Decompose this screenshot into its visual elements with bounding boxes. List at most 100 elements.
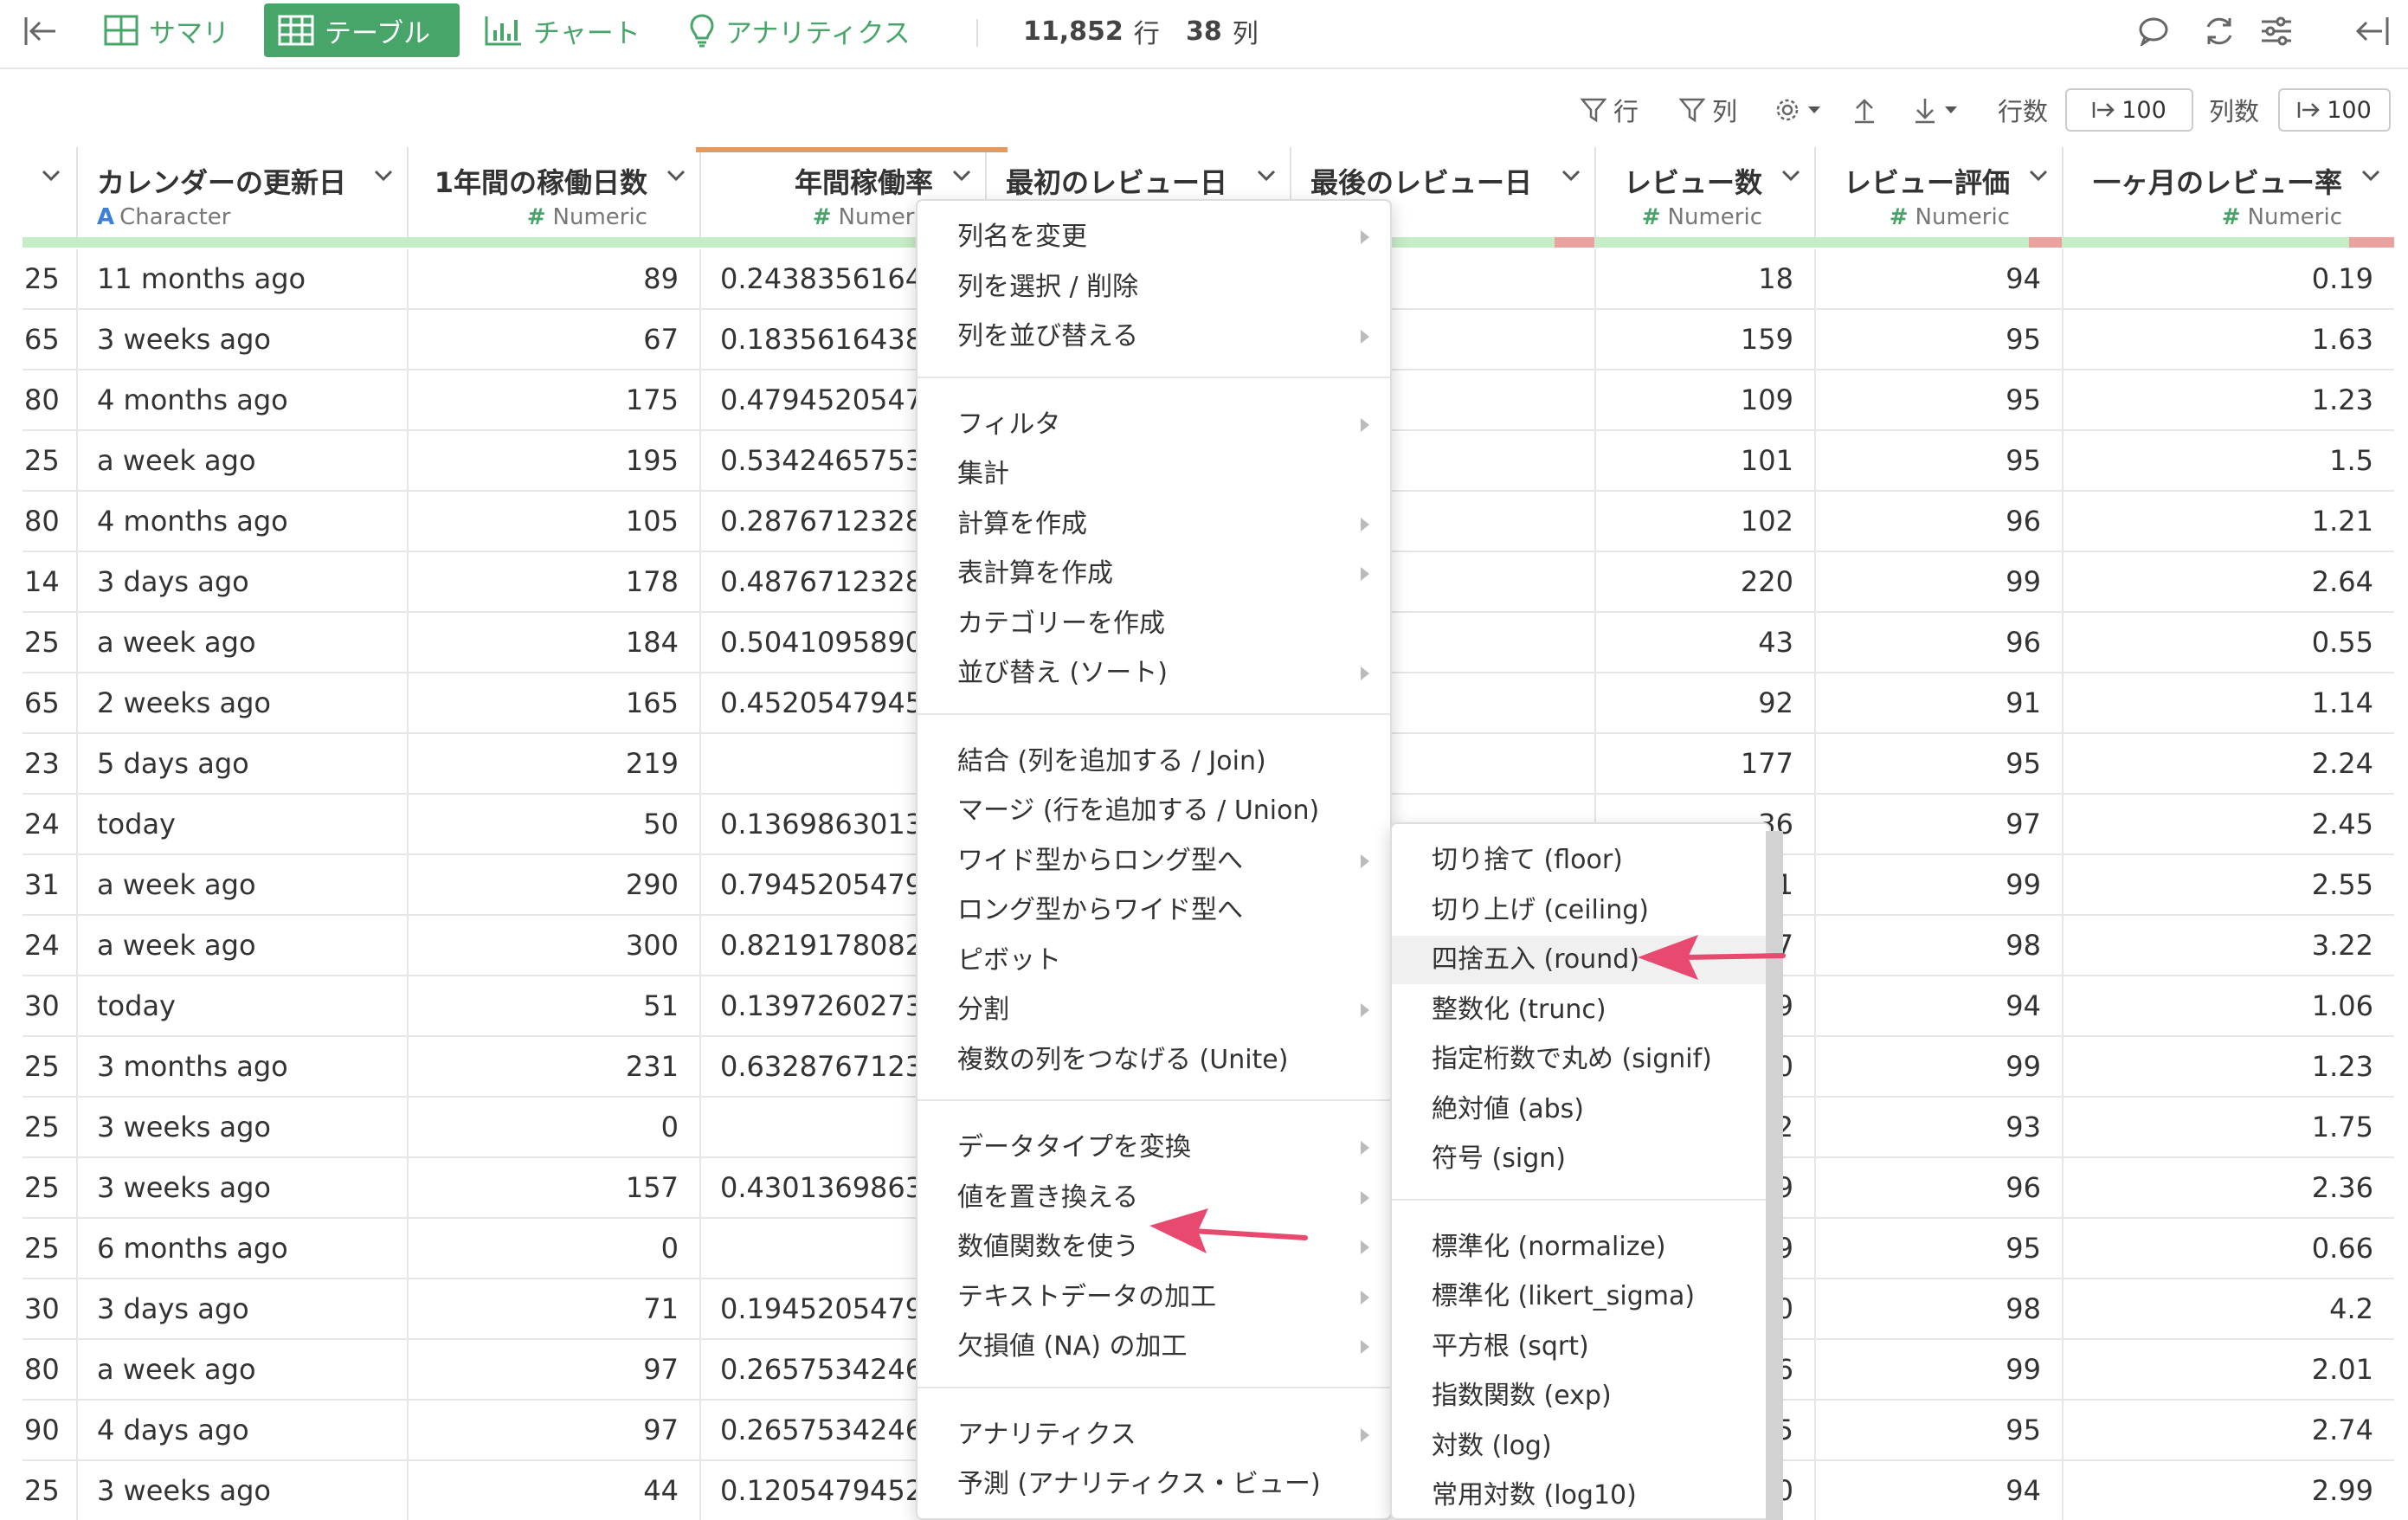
submenu-arrow-icon	[1361, 1340, 1369, 1354]
menu-item-label: ロング型からワイド型へ	[957, 895, 1243, 925]
collapse-left-icon[interactable]	[21, 12, 59, 50]
table-cell: 1.23	[2062, 1037, 2394, 1096]
tab-table[interactable]: テーブル	[264, 3, 460, 57]
chevron-down-icon[interactable]	[1253, 163, 1279, 189]
refresh-icon[interactable]	[2200, 12, 2238, 50]
table-cell: 0	[407, 1098, 699, 1156]
row-limit-input[interactable]: 100	[2065, 88, 2193, 132]
submenu-item[interactable]: 常用対数 (log10)	[1392, 1472, 1769, 1520]
submenu-arrow-icon	[1361, 230, 1369, 244]
menu-item[interactable]: 表計算を作成	[917, 550, 1390, 598]
tab-chart[interactable]: チャート	[471, 3, 654, 57]
chevron-down-icon[interactable]	[663, 163, 689, 189]
submenu-item[interactable]: 指定桁数で丸め (signif)	[1392, 1035, 1769, 1084]
table-cell: a week ago	[76, 1340, 407, 1399]
tab-chart-label: チャート	[533, 17, 641, 49]
chevron-down-icon[interactable]	[1778, 163, 1804, 189]
index-column-header[interactable]	[23, 147, 76, 237]
tab-analytics-label: アナリティクス	[725, 17, 911, 49]
submenu-item[interactable]: 切り捨て (floor)	[1392, 836, 1769, 885]
table-cell: 165	[407, 673, 699, 732]
menu-item[interactable]: 複数の列をつなげる (Unite)	[917, 1036, 1390, 1085]
menu-item[interactable]: 結合 (列を追加する / Join)	[917, 737, 1390, 786]
menu-item[interactable]: 集計	[917, 450, 1390, 499]
menu-item[interactable]: 列を並び替える	[917, 312, 1390, 361]
submenu-item[interactable]: 標準化 (normalize)	[1392, 1223, 1769, 1272]
column-header[interactable]: 一ヶ月のレビュー率 # Numeric	[2062, 147, 2394, 237]
column-quality-bar	[1594, 237, 1814, 248]
submenu-item[interactable]: 絶対値 (abs)	[1392, 1085, 1769, 1134]
chevron-down-icon[interactable]	[2358, 163, 2384, 189]
submenu-item[interactable]: 平方根 (sqrt)	[1392, 1323, 1769, 1371]
table-cell: 99	[1814, 1037, 2062, 1096]
table-cell: 195	[407, 431, 699, 490]
download-button[interactable]	[1913, 87, 1958, 133]
table-cell: 1.06	[2062, 976, 2394, 1035]
column-header[interactable]: レビュー評価 # Numeric	[1814, 147, 2062, 237]
collapse-right-icon[interactable]	[2354, 12, 2392, 50]
menu-item[interactable]: ピボット	[917, 937, 1390, 985]
comment-icon[interactable]	[2134, 12, 2173, 50]
menu-item[interactable]: フィルタ	[917, 401, 1390, 449]
table-cell: 1.5	[2062, 431, 2394, 490]
submenu-item[interactable]: 対数 (log)	[1392, 1422, 1769, 1471]
table-cell: 177	[1594, 734, 1814, 793]
table-cell: 1.23	[2062, 370, 2394, 429]
table-cell: 93	[1814, 1098, 2062, 1156]
caret-down-icon	[1945, 106, 1957, 113]
filter-row-button[interactable]: 行	[1581, 87, 1639, 133]
column-header[interactable]: レビュー数 # Numeric	[1594, 147, 1814, 237]
menu-item[interactable]: カテゴリーを作成	[917, 600, 1390, 648]
menu-item[interactable]: 分割	[917, 986, 1390, 1034]
menu-item[interactable]: 並び替え (ソート)	[917, 649, 1390, 698]
table-cell: 157	[407, 1158, 699, 1217]
menu-item[interactable]: ワイド型からロング型へ	[917, 837, 1390, 886]
menu-item[interactable]: ロング型からワイド型へ	[917, 886, 1390, 935]
filter-column-button[interactable]: 列	[1679, 87, 1737, 133]
submenu-item[interactable]: 標準化 (likert_sigma)	[1392, 1272, 1769, 1321]
chevron-down-icon[interactable]	[370, 163, 396, 189]
settings-sliders-icon[interactable]	[2257, 12, 2295, 50]
row-index-cell: 30	[24, 989, 60, 1022]
column-type-icon: #	[1641, 204, 1661, 230]
table-cell: 1.21	[2062, 492, 2394, 551]
menu-item[interactable]: データタイプを変換	[917, 1124, 1390, 1172]
table-settings-button[interactable]	[1774, 87, 1821, 133]
column-header[interactable]: カレンダーの更新日 A Character	[76, 147, 407, 237]
topbar-divider	[976, 19, 978, 47]
table-cell: 4 days ago	[76, 1401, 407, 1459]
column-type-label: Character	[119, 204, 231, 230]
menu-item[interactable]: 欠損値 (NA) の加工	[917, 1323, 1390, 1371]
column-limit-input[interactable]: 100	[2278, 88, 2391, 132]
table-cell: 91	[1814, 673, 2062, 732]
column-header[interactable]: 1年間の稼働日数 # Numeric	[407, 147, 699, 237]
table-cell: 96	[1814, 492, 2062, 551]
gear-icon	[1776, 99, 1799, 121]
column-type-label: Numeric	[552, 204, 647, 230]
table-cell: 3 months ago	[76, 1037, 407, 1096]
submenu-arrow-icon	[1361, 1003, 1369, 1017]
chevron-down-icon[interactable]	[2025, 163, 2051, 189]
column-count-unit: 列	[1232, 19, 1259, 49]
menu-item[interactable]: アナリティクス	[917, 1411, 1390, 1459]
menu-item[interactable]: 列を選択 / 削除	[917, 263, 1390, 312]
submenu-item-label: 平方根 (sqrt)	[1432, 1330, 1589, 1362]
download-icon	[1915, 99, 1935, 124]
chevron-down-icon[interactable]	[949, 163, 975, 189]
submenu-arrow-icon	[1361, 330, 1369, 344]
chevron-down-icon[interactable]	[1558, 163, 1584, 189]
menu-item[interactable]: 列名を変更	[917, 213, 1390, 261]
table-cell: 3 weeks ago	[76, 310, 407, 369]
submenu-item[interactable]: 切り上げ (ceiling)	[1392, 886, 1769, 935]
upload-button[interactable]	[1852, 87, 1877, 133]
submenu-item[interactable]: 指数関数 (exp)	[1392, 1372, 1769, 1420]
tab-summary[interactable]: サマリ	[90, 3, 243, 57]
submenu-item[interactable]: 整数化 (trunc)	[1392, 986, 1769, 1034]
menu-item[interactable]: 計算を作成	[917, 500, 1390, 549]
menu-item[interactable]: 予測 (アナリティクス・ビュー)	[917, 1460, 1390, 1509]
tab-analytics[interactable]: アナリティクス	[675, 3, 924, 57]
menu-item[interactable]: テキストデータの加工	[917, 1273, 1390, 1322]
submenu-item[interactable]: 符号 (sign)	[1392, 1135, 1769, 1183]
menu-item[interactable]: マージ (行を追加する / Union)	[917, 787, 1390, 835]
index-quality-bar	[23, 237, 76, 248]
